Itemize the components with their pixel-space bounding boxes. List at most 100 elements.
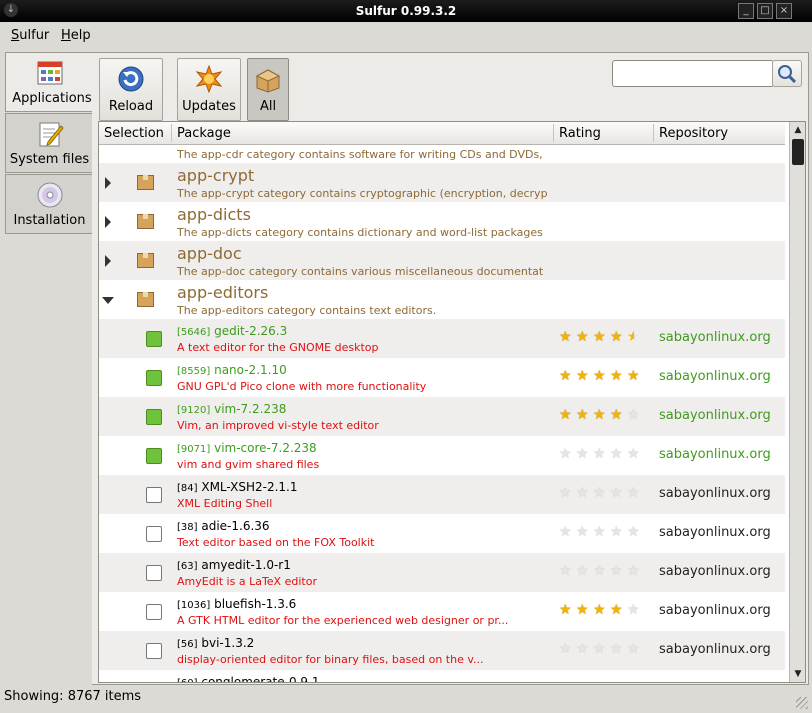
minimize-button[interactable]: _ (738, 3, 754, 19)
category-row[interactable]: app-editors The app-editors category cont… (99, 280, 785, 319)
menu-help[interactable]: Help (61, 28, 91, 43)
select-checkbox[interactable] (146, 565, 162, 581)
package-row[interactable]: [38] adie-1.6.36 Text editor based on the… (99, 514, 785, 553)
star-empty-icon[interactable]: ★ (610, 563, 623, 579)
installed-checkbox[interactable] (146, 448, 162, 464)
rating-stars[interactable]: ★ ★ ★ ★ ★ (559, 446, 649, 462)
package-row[interactable]: [84] XML-XSH2-2.1.1 XML Editing Shell ★ ★ ★ ★… (99, 475, 785, 514)
star-empty-icon[interactable]: ★ (559, 485, 572, 501)
rating-stars[interactable]: ★ ★ ★ ★ ★ (559, 602, 649, 618)
star-empty-icon[interactable]: ★ (610, 641, 623, 657)
star-empty-icon[interactable]: ★ (576, 563, 589, 579)
star-full-icon[interactable]: ★ (576, 602, 589, 618)
rating-stars[interactable]: ★ ★ ★ ★ ★ (559, 524, 649, 540)
star-full-icon[interactable]: ★ (576, 368, 589, 384)
star-empty-icon[interactable]: ★ (576, 641, 589, 657)
star-empty-icon[interactable]: ★ (576, 485, 589, 501)
rating-stars[interactable]: ★ ★ ★ ★ ★ (559, 485, 649, 501)
star-empty-icon[interactable]: ★ (627, 446, 640, 462)
star-empty-icon[interactable]: ★ (610, 485, 623, 501)
reload-button[interactable]: Reload (99, 58, 163, 121)
star-full-icon[interactable]: ★ (610, 329, 623, 345)
star-full-icon[interactable]: ★ (576, 407, 589, 423)
installed-checkbox[interactable] (146, 370, 162, 386)
column-repository[interactable]: Repository (659, 126, 728, 141)
resize-grip[interactable] (796, 697, 808, 709)
star-empty-icon[interactable]: ★ (593, 485, 606, 501)
package-row[interactable]: [9071] vim-core-7.2.238 vim and gvim shar… (99, 436, 785, 475)
star-empty-icon[interactable]: ★ (593, 524, 606, 540)
star-full-icon[interactable]: ★ (593, 407, 606, 423)
package-row[interactable]: [9120] vim-7.2.238 Vim, an improved vi-st… (99, 397, 785, 436)
search-input[interactable] (612, 60, 774, 87)
star-full-icon[interactable]: ★ (610, 602, 623, 618)
category-row[interactable]: app-doc The app-doc category contains var… (99, 241, 785, 280)
rating-stars[interactable]: ★ ★ ★ ★ ★ (559, 407, 649, 423)
select-checkbox[interactable] (146, 604, 162, 620)
column-separator[interactable] (171, 124, 172, 142)
star-empty-icon[interactable]: ★ (593, 641, 606, 657)
vertical-scrollbar[interactable]: ▲ ▼ (789, 122, 805, 682)
installed-checkbox[interactable] (146, 409, 162, 425)
package-row[interactable]: [8559] nano-2.1.10 GNU GPL'd Pico clone w… (99, 358, 785, 397)
star-empty-icon[interactable]: ★ (627, 641, 640, 657)
search-button[interactable] (772, 60, 802, 87)
package-row[interactable]: [56] bvi-1.3.2 display-oriented editor fo… (99, 631, 785, 670)
star-empty-icon[interactable]: ★ (559, 641, 572, 657)
star-empty-icon[interactable]: ★ (593, 446, 606, 462)
star-half-icon[interactable]: ★★ (627, 329, 640, 345)
package-row[interactable]: [1036] bluefish-1.3.6 A GTK HTML editor f… (99, 592, 785, 631)
tab-installation[interactable]: Installation (5, 174, 94, 234)
star-full-icon[interactable]: ★ (593, 368, 606, 384)
star-empty-icon[interactable]: ★ (610, 446, 623, 462)
maximize-button[interactable]: □ (757, 3, 773, 19)
expander-closed-icon[interactable] (105, 216, 111, 228)
tab-system-files[interactable]: System files (5, 113, 94, 173)
package-row[interactable]: [63] amyedit-1.0-r1 AmyEdit is a LaTeX ed… (99, 553, 785, 592)
star-empty-icon[interactable]: ★ (627, 407, 640, 423)
star-empty-icon[interactable]: ★ (627, 524, 640, 540)
select-checkbox[interactable] (146, 487, 162, 503)
star-full-icon[interactable]: ★ (627, 368, 640, 384)
column-package[interactable]: Package (177, 126, 231, 141)
star-empty-icon[interactable]: ★ (627, 563, 640, 579)
star-empty-icon[interactable]: ★ (559, 563, 572, 579)
scroll-down-icon[interactable]: ▼ (792, 668, 804, 680)
column-separator[interactable] (653, 124, 654, 142)
updates-button[interactable]: Updates (177, 58, 241, 121)
all-button[interactable]: All (247, 58, 289, 121)
rating-stars[interactable]: ★★★★★★ (559, 329, 649, 345)
category-row[interactable]: app-crypt The app-crypt category contains… (99, 163, 785, 202)
star-full-icon[interactable]: ★ (610, 407, 623, 423)
rating-stars[interactable]: ★ ★ ★ ★ ★ (559, 563, 649, 579)
close-button[interactable]: × (776, 3, 792, 19)
star-full-icon[interactable]: ★ (559, 368, 572, 384)
category-row[interactable]: The app-cdr category contains software f… (99, 145, 785, 163)
star-full-icon[interactable]: ★ (610, 368, 623, 384)
scroll-up-icon[interactable]: ▲ (792, 124, 804, 136)
star-empty-icon[interactable]: ★ (593, 563, 606, 579)
star-empty-icon[interactable]: ★ (576, 446, 589, 462)
star-empty-icon[interactable]: ★ (559, 524, 572, 540)
column-separator[interactable] (553, 124, 554, 142)
package-row[interactable]: [60] conglomerate-0.9.1 (99, 670, 785, 682)
star-full-icon[interactable]: ★ (559, 602, 572, 618)
select-checkbox[interactable] (146, 526, 162, 542)
category-row[interactable]: app-dicts The app-dicts category contains… (99, 202, 785, 241)
rating-stars[interactable]: ★ ★ ★ ★ ★ (559, 368, 649, 384)
star-empty-icon[interactable]: ★ (576, 524, 589, 540)
star-empty-icon[interactable]: ★ (559, 446, 572, 462)
star-full-icon[interactable]: ★ (576, 329, 589, 345)
rating-stars[interactable]: ★ ★ ★ ★ ★ (559, 641, 649, 657)
scroll-thumb[interactable] (792, 139, 804, 165)
expander-closed-icon[interactable] (105, 255, 111, 267)
expander-open-icon[interactable] (102, 297, 114, 304)
star-empty-icon[interactable]: ★ (627, 485, 640, 501)
menu-sulfur[interactable]: Sulfur (11, 28, 49, 43)
star-full-icon[interactable]: ★ (559, 329, 572, 345)
expander-closed-icon[interactable] (105, 177, 111, 189)
star-full-icon[interactable]: ★ (593, 329, 606, 345)
tab-applications[interactable]: Applications (5, 52, 98, 112)
star-empty-icon[interactable]: ★ (610, 524, 623, 540)
star-empty-icon[interactable]: ★ (627, 602, 640, 618)
